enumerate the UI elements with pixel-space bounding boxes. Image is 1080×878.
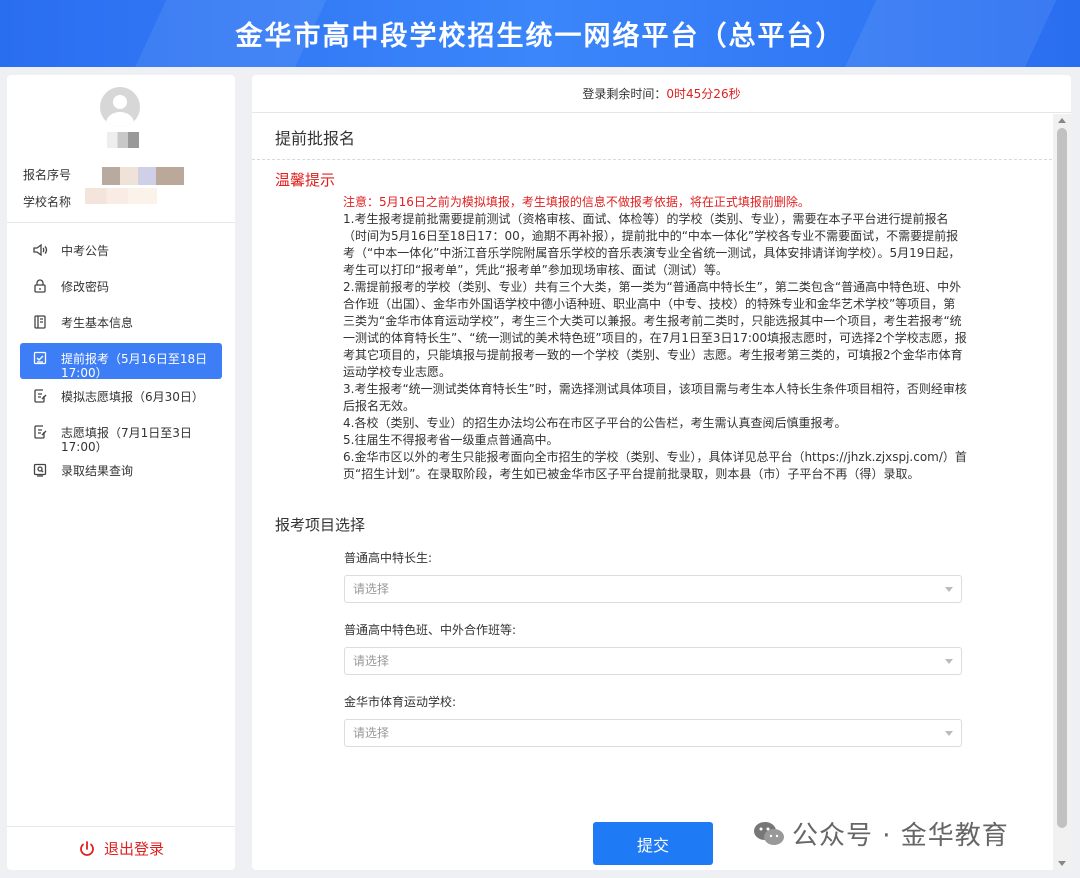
sidebar-item-label: 录取结果查询	[61, 464, 134, 478]
logout-label: 退出登录	[103, 840, 164, 858]
sidebar-item-student-info[interactable]: 考生基本信息	[7, 307, 235, 343]
tips-paragraph: 1.考生报考提前批需要提前测试（资格审核、面试、体检等）的学校（类别、专业），需…	[343, 212, 961, 277]
edit-icon	[31, 423, 49, 441]
school-name-redacted	[85, 188, 157, 204]
profile-card: 报名序号 学校名称	[7, 75, 235, 223]
select-placeholder: 请选择	[353, 582, 390, 596]
main-panel: 登录剩余时间：0时45分26秒 提前批报名 温馨提示 注意：5月16日之前为模拟…	[252, 75, 1071, 870]
submit-button[interactable]: 提交	[593, 822, 713, 865]
sidebar-item-label: 修改密码	[61, 280, 110, 294]
field-label: 普通高中特长生:	[344, 551, 433, 565]
sidebar-item-label: 志愿填报（7月1日至3日17:00）	[61, 426, 192, 454]
scroll-up-icon[interactable]	[1058, 118, 1066, 123]
select-placeholder: 请选择	[353, 726, 390, 740]
tips-title: 温馨提示	[275, 171, 336, 189]
watermark: 公众号 · 金华教育	[752, 815, 1009, 852]
field-label: 普通高中特色班、中外合作班等:	[344, 623, 517, 637]
timer-label: 登录剩余时间：	[582, 87, 667, 101]
school-label: 学校名称	[23, 195, 72, 209]
edit-icon	[31, 387, 49, 405]
sidebar-item-early-registration[interactable]: 提前报考（5月16日至18日17:00）	[20, 343, 222, 380]
student-name-redacted	[107, 132, 139, 148]
field-sports-school: 金华市体育运动学校: 请选择	[344, 693, 962, 747]
wechat-icon	[752, 820, 786, 848]
sidebar-item-label: 中考公告	[61, 244, 110, 258]
select-placeholder: 请选择	[353, 654, 390, 668]
field-special-class: 普通高中特色班、中外合作班等: 请选择	[344, 621, 962, 675]
sidebar-item-application[interactable]: 志愿填报（7月1日至3日17:00）	[7, 417, 235, 455]
watermark-text: 公众号 · 金华教育	[792, 821, 1009, 851]
sidebar-item-label: 模拟志愿填报（6月30日）	[61, 390, 204, 404]
speaker-icon	[31, 241, 49, 259]
app-header: 金华市高中段学校招生统一网络平台（总平台）	[0, 0, 1080, 67]
scrollbar[interactable]	[1053, 114, 1071, 870]
reg-no-label: 报名序号	[23, 168, 72, 182]
scroll-down-icon[interactable]	[1058, 861, 1066, 866]
tips-notice: 注意：5月16日之前为模拟填报，考生填报的信息不做报考依据，将在正式填报前删除。	[343, 195, 810, 209]
lock-icon	[31, 277, 49, 295]
chevron-down-icon	[945, 587, 953, 592]
session-timer: 登录剩余时间：0时45分26秒	[252, 75, 1071, 113]
checkbox-icon	[31, 349, 49, 367]
field-label: 金华市体育运动学校:	[344, 695, 457, 709]
document-icon	[31, 313, 49, 331]
avatar	[100, 87, 140, 127]
power-icon	[78, 840, 96, 858]
tips-paragraph: 4.各校（类别、专业）的招生办法均公布在市区子平台的公告栏，考生需认真查阅后慎重…	[343, 416, 847, 430]
logout-button[interactable]: 退出登录	[7, 826, 235, 870]
timer-value: 0时45分26秒	[666, 87, 741, 101]
sidebar-item-label: 考生基本信息	[61, 316, 134, 330]
chevron-down-icon	[945, 659, 953, 664]
sidebar-item-change-password[interactable]: 修改密码	[7, 271, 235, 307]
scrollbar-thumb[interactable]	[1057, 128, 1067, 828]
tips-paragraph: 5.往届生不得报考省一级重点普通高中。	[343, 433, 559, 447]
special-class-select[interactable]: 请选择	[344, 647, 962, 675]
reg-no-redacted	[102, 167, 184, 185]
sports-school-select[interactable]: 请选择	[344, 719, 962, 747]
search-icon	[31, 461, 49, 479]
chevron-down-icon	[945, 731, 953, 736]
tips-body: 注意：5月16日之前为模拟填报，考生填报的信息不做报考依据，将在正式填报前删除。…	[343, 194, 967, 483]
sidebar: 报名序号 学校名称 中考公告 修改密码 考生基本信息 提前报考（5月16日至18…	[7, 75, 235, 870]
project-selection-title: 报考项目选择	[275, 516, 366, 534]
sidebar-item-admission-result[interactable]: 录取结果查询	[7, 455, 235, 491]
specialty-student-select[interactable]: 请选择	[344, 575, 962, 603]
content-area: 提前批报名 温馨提示 注意：5月16日之前为模拟填报，考生填报的信息不做报考依据…	[252, 114, 1052, 870]
sidebar-item-label: 提前报考（5月16日至18日17:00）	[61, 352, 208, 380]
page-title: 提前批报名	[252, 114, 1052, 160]
tips-paragraph: 6.金华市区以外的考生只能报考面向全市招生的学校（类别、专业），具体详见总平台（…	[343, 450, 967, 481]
tips-paragraph: 2.需提前报考的学校（类别、专业）共有三个大类，第一类为“普通高中特长生”，第二…	[343, 280, 967, 379]
app-title: 金华市高中段学校招生统一网络平台（总平台）	[235, 21, 845, 52]
sidebar-item-mock-application[interactable]: 模拟志愿填报（6月30日）	[7, 381, 235, 417]
tips-paragraph: 3.考生报考“统一测试类体育特长生”时，需选择测试具体项目，该项目需与考生本人特…	[343, 382, 967, 413]
sidebar-menu: 中考公告 修改密码 考生基本信息 提前报考（5月16日至18日17:00） 模拟…	[7, 235, 235, 491]
sidebar-item-announcement[interactable]: 中考公告	[7, 235, 235, 271]
field-specialty-student: 普通高中特长生: 请选择	[344, 549, 962, 603]
